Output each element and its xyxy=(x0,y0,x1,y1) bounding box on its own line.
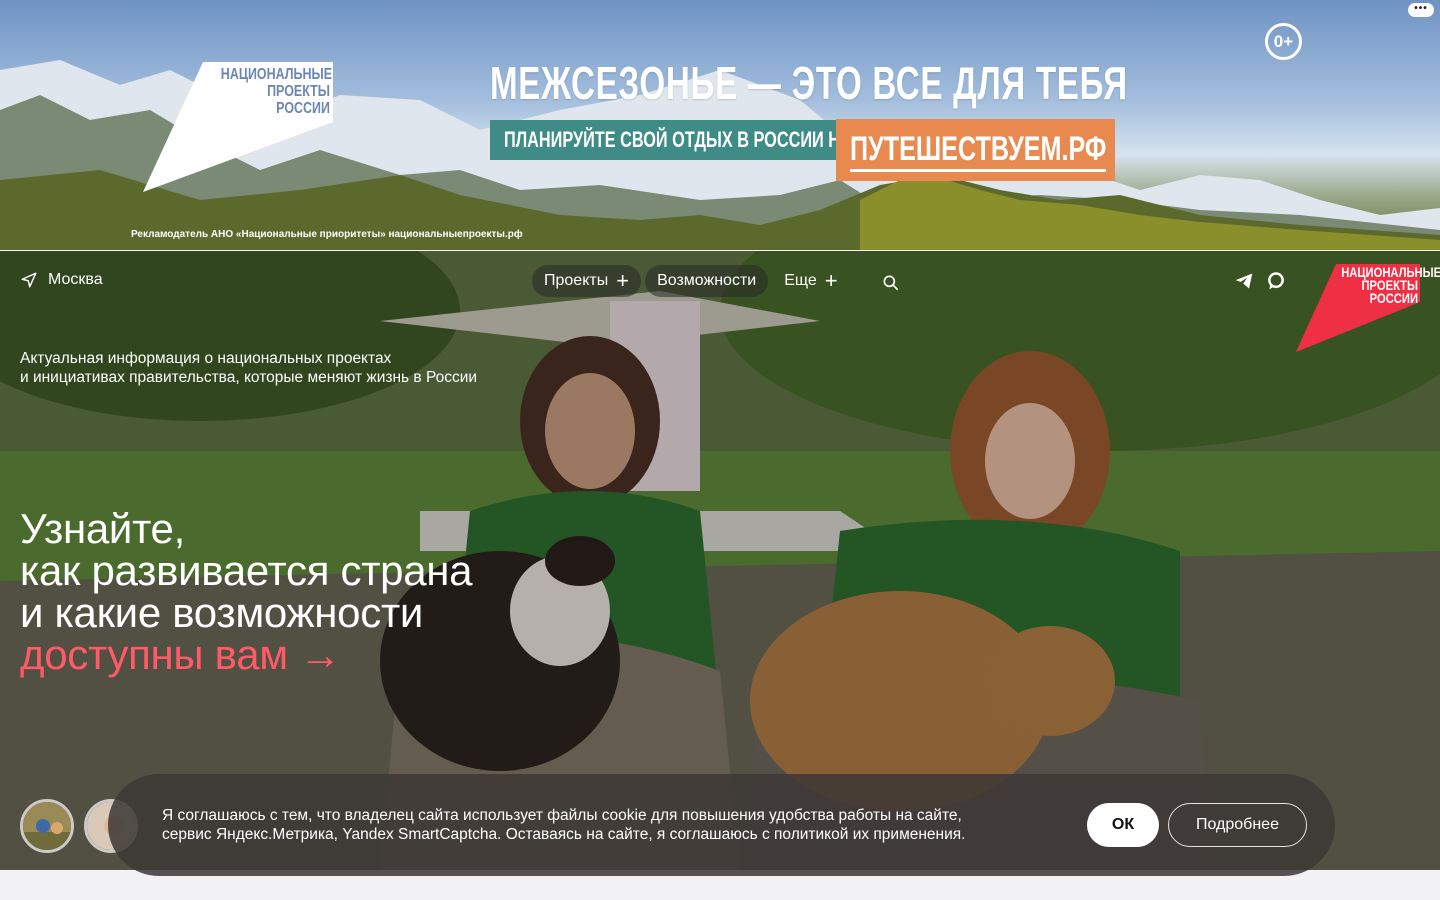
hero-subtitle-line: Актуальная информация о национальных про… xyxy=(20,350,392,367)
nav-projects[interactable]: Проекты + xyxy=(532,265,642,297)
location-selector[interactable]: Москва xyxy=(20,271,103,289)
cookie-text: Я соглашаюсь с тем, что владелец сайта и… xyxy=(162,806,1062,844)
max-messenger-icon[interactable] xyxy=(1266,271,1286,291)
nav-opportunities[interactable]: Возможности xyxy=(645,265,769,297)
plus-icon: + xyxy=(824,268,838,293)
telegram-icon[interactable] xyxy=(1234,271,1254,291)
hero-subtitle: Актуальная информация о национальных про… xyxy=(20,349,580,387)
headline-line: Узнайте, xyxy=(20,505,185,552)
story-avatar[interactable] xyxy=(20,799,74,853)
ad-headline: МЕЖСЕЗОНЬЕ — ЭТО ВСЕ ДЛЯ ТЕБЯ xyxy=(490,57,1128,109)
search-icon[interactable] xyxy=(881,273,901,293)
plus-icon: + xyxy=(616,268,630,293)
main-nav: Проекты + Возможности Еще + xyxy=(532,265,850,297)
age-rating-badge: 0+ xyxy=(1265,23,1302,60)
ad-options-button[interactable]: ••• xyxy=(1408,3,1434,17)
headline-line: как развивается страна xyxy=(20,547,473,594)
location-arrow-icon xyxy=(21,272,37,288)
cookie-text-line: Я соглашаюсь с тем, что владелец сайта и… xyxy=(162,807,962,824)
header-logo-text: НАЦИОНАЛЬНЫЕ ПРОЕКТЫ РОССИИ xyxy=(1341,264,1440,306)
ad-logo-text: НАЦИОНАЛЬНЫЕ ПРОЕКТЫ РОССИИ xyxy=(220,66,333,117)
nav-more[interactable]: Еще + xyxy=(772,265,849,297)
hero-headline: Узнайте, как развивается страна и какие … xyxy=(20,508,640,676)
hero-subtitle-line: и инициативах правительства, которые мен… xyxy=(20,369,478,386)
headline-accent-link[interactable]: доступны вам → xyxy=(20,634,640,676)
cookie-details-button[interactable]: Подробнее xyxy=(1168,803,1307,847)
ad-site-link[interactable]: ПУТЕШЕСТВУЕМ.РФ xyxy=(836,119,1115,181)
nav-opportunities-label: Возможности xyxy=(657,272,757,289)
location-label: Москва xyxy=(48,271,103,288)
cookie-banner: Я соглашаюсь с тем, что владелец сайта и… xyxy=(108,774,1335,876)
cookie-ok-button[interactable]: ОК xyxy=(1087,803,1159,847)
cookie-text-line: сервис Яндекс.Метрика, Yandex SmartCaptc… xyxy=(162,826,966,843)
ad-banner[interactable]: ••• 0+ НАЦИОНАЛЬНЫЕ ПРОЕКТЫ РОССИИ МЕЖСЕ… xyxy=(0,0,1440,250)
nav-projects-label: Проекты xyxy=(544,272,609,289)
ad-disclaimer: Рекламодатель АНО «Национальные приорите… xyxy=(131,229,523,240)
headline-line: и какие возможности xyxy=(20,589,424,636)
nav-more-label: Еще xyxy=(784,272,817,289)
